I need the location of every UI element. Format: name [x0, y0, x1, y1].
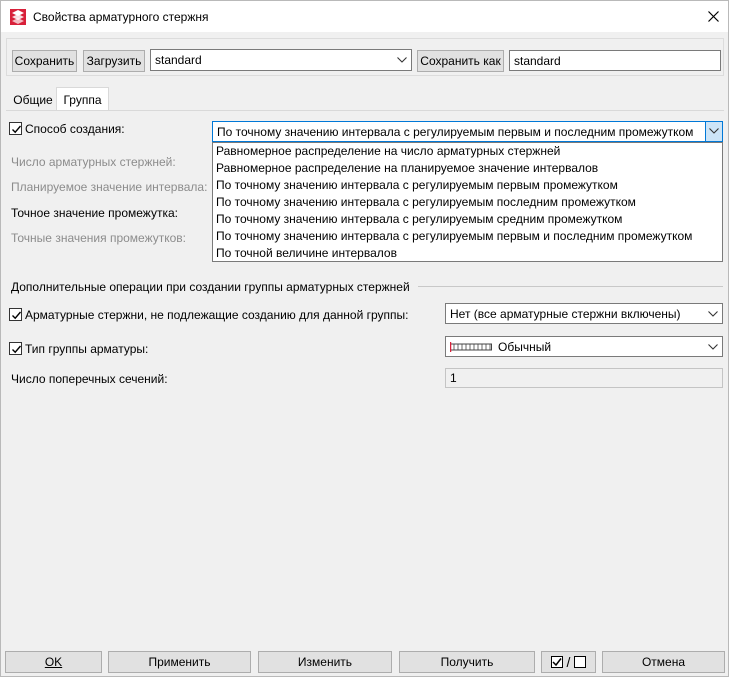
creation-method-checkbox[interactable]: [9, 122, 22, 135]
get-button-label: Получить: [440, 655, 494, 669]
toggle-all-button[interactable]: /: [541, 651, 596, 673]
exact-gap-label: Точное значение промежутка:: [11, 206, 178, 220]
get-button[interactable]: Получить: [399, 651, 535, 673]
tab-group[interactable]: Группа: [56, 87, 109, 111]
cross-sections-value: 1: [450, 371, 457, 385]
rebar-group-icon: [450, 341, 492, 352]
unchecked-box-icon: [574, 656, 587, 668]
save-as-button[interactable]: Сохранить как: [417, 50, 504, 72]
save-as-input[interactable]: standard: [509, 50, 721, 71]
option-exact-last[interactable]: По точному значению интервала с регулиру…: [213, 194, 722, 211]
creation-method-select[interactable]: По точному значению интервала с регулиру…: [212, 121, 723, 142]
creation-method-value: По точному значению интервала с регулиру…: [217, 124, 694, 139]
checked-box-icon: [550, 656, 563, 668]
chevron-down-icon: [708, 343, 718, 350]
app-icon: [10, 9, 26, 25]
title-bar: Свойства арматурного стержня: [1, 1, 728, 32]
option-uniform-planned[interactable]: Равномерное распределение на планируемое…: [213, 160, 722, 177]
extra-ops-separator: [418, 286, 723, 287]
excluded-bars-select[interactable]: Нет (все арматурные стержни включены): [445, 303, 723, 324]
bar-count-label: Число арматурных стержней:: [11, 155, 176, 169]
group-type-label: Тип группы арматуры:: [25, 342, 149, 356]
apply-button-label: Применить: [148, 655, 211, 669]
chevron-down-icon: [708, 310, 718, 317]
preset-combo[interactable]: standard: [150, 49, 412, 71]
save-button[interactable]: Сохранить: [12, 50, 77, 72]
modify-button[interactable]: Изменить: [258, 651, 392, 673]
cross-sections-label: Число поперечных сечений:: [11, 372, 168, 386]
chevron-down-icon: [709, 128, 719, 134]
load-button[interactable]: Загрузить: [83, 50, 145, 72]
check-icon: [12, 345, 22, 354]
extra-ops-title: Дополнительные операции при создании гру…: [11, 280, 410, 294]
creation-method-options: Равномерное распределение на число армат…: [212, 142, 723, 262]
option-uniform-count[interactable]: Равномерное распределение на число армат…: [213, 143, 722, 160]
close-button[interactable]: [698, 1, 728, 32]
cancel-button[interactable]: Отмена: [602, 651, 725, 673]
chevron-down-icon: [397, 57, 407, 63]
exact-gaps-label: Точные значения промежутков:: [11, 231, 187, 245]
tab-general[interactable]: Общие: [10, 90, 56, 110]
group-type-value: Обычный: [498, 339, 552, 354]
creation-method-dropdown-button[interactable]: [705, 122, 722, 141]
excluded-bars-value: Нет (все арматурные стержни включены): [450, 306, 681, 321]
window-title: Свойства арматурного стержня: [33, 10, 209, 24]
tab-group-label: Группа: [63, 92, 102, 107]
option-exact-first[interactable]: По точному значению интервала с регулиру…: [213, 177, 722, 194]
cross-sections-input[interactable]: 1: [445, 368, 723, 388]
close-icon: [707, 11, 719, 22]
check-icon: [12, 125, 22, 134]
modify-button-label: Изменить: [297, 655, 353, 669]
group-type-select[interactable]: Обычный: [445, 336, 723, 357]
cancel-button-label: Отмена: [641, 655, 686, 669]
excluded-bars-checkbox[interactable]: [9, 308, 22, 321]
check-icon: [12, 311, 22, 320]
toggle-separator: /: [566, 654, 571, 670]
preset-combo-value: standard: [155, 53, 202, 67]
ok-button-label: OK: [44, 655, 63, 669]
option-exact-first-last[interactable]: По точному значению интервала с регулиру…: [213, 228, 722, 245]
group-type-checkbox[interactable]: [9, 342, 22, 355]
excluded-bars-label: Арматурные стержни, не подлежащие создан…: [25, 308, 409, 322]
save-as-input-value: standard: [514, 53, 561, 68]
option-exact-middle[interactable]: По точному значению интервала с регулиру…: [213, 211, 722, 228]
ok-button[interactable]: OK: [5, 651, 102, 673]
creation-method-label: Способ создания:: [25, 122, 125, 136]
tab-general-label: Общие: [13, 93, 53, 107]
apply-button[interactable]: Применить: [108, 651, 251, 673]
planned-interval-label: Планируемое значение интервала:: [11, 180, 208, 194]
option-exact-intervals[interactable]: По точной величине интервалов: [213, 245, 722, 262]
dialog-window: Свойства арматурного стержня Сохранить З…: [0, 0, 729, 677]
